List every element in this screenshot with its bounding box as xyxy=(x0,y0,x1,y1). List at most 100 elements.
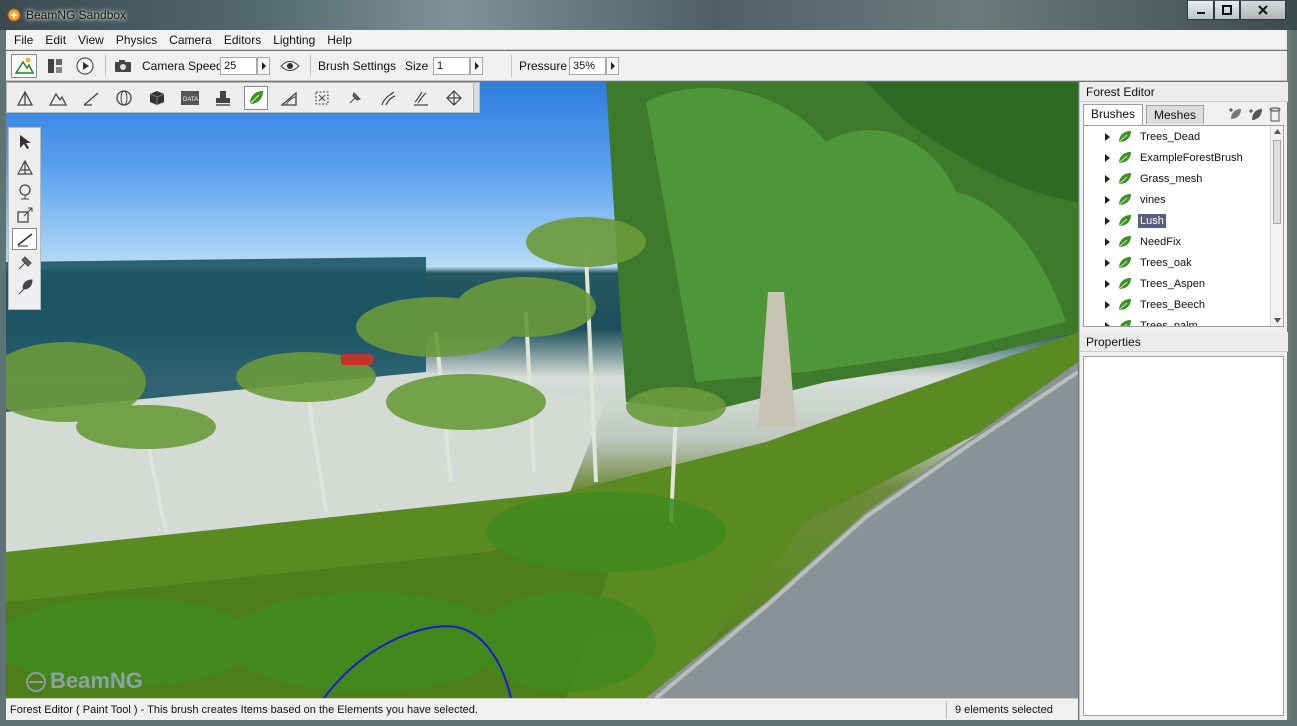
brush-item-trees-beech[interactable]: Trees_Beech xyxy=(1084,294,1272,315)
expand-arrow-icon[interactable] xyxy=(1105,258,1110,267)
shape-tool-button[interactable] xyxy=(442,86,466,110)
world-editor-button[interactable] xyxy=(11,54,37,78)
brush-item-trees-aspen[interactable]: Trees_Aspen xyxy=(1084,273,1272,294)
menu-physics[interactable]: Physics xyxy=(110,33,163,47)
scrollbar-thumb[interactable] xyxy=(1273,140,1281,224)
expand-arrow-icon[interactable] xyxy=(1105,132,1110,141)
rotate-tool-button[interactable] xyxy=(12,180,37,202)
path-tool-button[interactable] xyxy=(376,86,400,110)
brush-label: Trees_palm xyxy=(1140,319,1198,327)
status-divider xyxy=(946,701,947,719)
brush-settings-label: Brush Settings xyxy=(318,59,397,73)
brush-item-grass-mesh[interactable]: Grass_mesh xyxy=(1084,168,1272,189)
tab-meshes[interactable]: Meshes xyxy=(1146,105,1205,124)
camera-button[interactable] xyxy=(110,54,136,78)
brush-label-selected: Lush xyxy=(1138,213,1166,228)
expand-arrow-icon[interactable] xyxy=(1105,195,1110,204)
chevron-right-icon xyxy=(474,62,479,70)
add-element-button[interactable] xyxy=(1248,106,1264,122)
brush-label: ExampleForestBrush xyxy=(1140,151,1243,164)
tab-brushes[interactable]: Brushes xyxy=(1083,104,1144,125)
expand-arrow-icon[interactable] xyxy=(1105,279,1110,288)
menu-help[interactable]: Help xyxy=(321,33,358,47)
brush-list-scrollbar[interactable] xyxy=(1270,126,1283,326)
toolbar-separator xyxy=(511,55,512,77)
status-message: Forest Editor ( Paint Tool ) - This brus… xyxy=(10,704,478,716)
erase-selected-button[interactable] xyxy=(12,276,37,298)
add-brush-button[interactable] xyxy=(1228,106,1244,122)
terrain-paint-button[interactable] xyxy=(46,86,70,110)
toolbar-separator xyxy=(310,55,311,77)
terrain-tool-button[interactable] xyxy=(13,86,37,110)
pressure-input[interactable]: 35% xyxy=(569,57,606,75)
camera-speed-label: Camera Speed xyxy=(142,59,223,73)
brush-item-trees-dead[interactable]: Trees_Dead xyxy=(1084,126,1272,147)
menu-file[interactable]: File xyxy=(8,33,39,47)
menu-camera[interactable]: Camera xyxy=(163,33,218,47)
brush-item-trees-oak[interactable]: Trees_oak xyxy=(1084,252,1272,273)
play-icon xyxy=(76,57,94,75)
brush-label: Trees_Aspen xyxy=(1140,277,1206,290)
move-tool-button[interactable] xyxy=(12,156,37,178)
expand-arrow-icon[interactable] xyxy=(1105,321,1110,326)
brush-item-exampleforestbrush[interactable]: ExampleForestBrush xyxy=(1084,147,1272,168)
minimize-button[interactable] xyxy=(1187,1,1214,20)
brush-item-lush[interactable]: Lush xyxy=(1084,210,1272,231)
object-tool-button[interactable] xyxy=(145,86,169,110)
close-button[interactable] xyxy=(1240,1,1286,20)
brush-label: Trees_Dead xyxy=(1140,130,1201,143)
minimize-icon xyxy=(1196,12,1205,14)
shore-tool-button[interactable] xyxy=(409,86,433,110)
forest-editor-header: Forest Editor xyxy=(1080,82,1288,102)
mesh-tool-button[interactable] xyxy=(310,86,334,110)
expand-arrow-icon[interactable] xyxy=(1105,237,1110,246)
3d-viewport[interactable]: BeamNG xyxy=(6,82,1078,698)
expand-arrow-icon[interactable] xyxy=(1105,300,1110,309)
maximize-button[interactable] xyxy=(1214,1,1240,20)
delete-brush-button[interactable] xyxy=(1267,106,1283,122)
road-tool-button[interactable] xyxy=(277,86,301,110)
sphere-tool-button[interactable] xyxy=(112,86,136,110)
brush-leaf-icon xyxy=(1118,299,1131,311)
erase-tool-button[interactable] xyxy=(12,252,37,274)
decal-tool-button[interactable] xyxy=(211,86,235,110)
terrain-raise-icon xyxy=(16,90,34,106)
brush-tree[interactable]: Trees_Dead ExampleForestBrush Grass_mesh… xyxy=(1083,125,1284,327)
scroll-down-icon[interactable] xyxy=(1274,318,1281,323)
pressure-spinner[interactable] xyxy=(606,57,619,75)
river-tool-button[interactable] xyxy=(79,86,103,110)
expand-arrow-icon[interactable] xyxy=(1105,153,1110,162)
pressure-label: Pressure xyxy=(519,59,568,73)
size-input[interactable]: 1 xyxy=(433,57,470,75)
expand-arrow-icon[interactable] xyxy=(1105,174,1110,183)
expand-arrow-icon[interactable] xyxy=(1105,216,1110,225)
brush-item-needfix[interactable]: NeedFix xyxy=(1084,231,1272,252)
menu-view[interactable]: View xyxy=(72,33,110,47)
paint-tool-button[interactable] xyxy=(12,228,37,250)
palette-collapse-handle[interactable] xyxy=(473,83,479,112)
menu-edit[interactable]: Edit xyxy=(39,33,72,47)
camera-speed-input[interactable]: 25 xyxy=(220,57,257,75)
gui-editor-button[interactable] xyxy=(42,54,68,78)
play-button[interactable] xyxy=(72,54,98,78)
slope-lines-icon xyxy=(414,91,428,106)
navmesh-tool-button[interactable] xyxy=(343,86,367,110)
size-spinner[interactable] xyxy=(470,57,483,75)
select-tool-button[interactable] xyxy=(12,131,37,153)
menu-editors[interactable]: Editors xyxy=(218,33,267,47)
scroll-up-icon[interactable] xyxy=(1274,129,1281,134)
properties-inspector[interactable] xyxy=(1083,356,1284,716)
scale-tool-button[interactable] xyxy=(12,204,37,226)
brush-item-vines[interactable]: vines xyxy=(1084,189,1272,210)
forest-editor-button[interactable] xyxy=(244,86,268,110)
camera-speed-spinner[interactable] xyxy=(257,57,270,75)
mountain-icon xyxy=(49,92,67,106)
brush-leaf-icon xyxy=(1120,320,1131,326)
visibility-button[interactable] xyxy=(277,54,303,78)
pin-icon xyxy=(349,92,361,104)
data-tool-button[interactable]: DATA xyxy=(178,86,202,110)
globe-icon xyxy=(116,90,132,106)
chevron-right-icon xyxy=(610,62,615,70)
brush-item-trees-palm[interactable]: Trees_palm xyxy=(1084,315,1272,327)
menu-lighting[interactable]: Lighting xyxy=(267,33,321,47)
